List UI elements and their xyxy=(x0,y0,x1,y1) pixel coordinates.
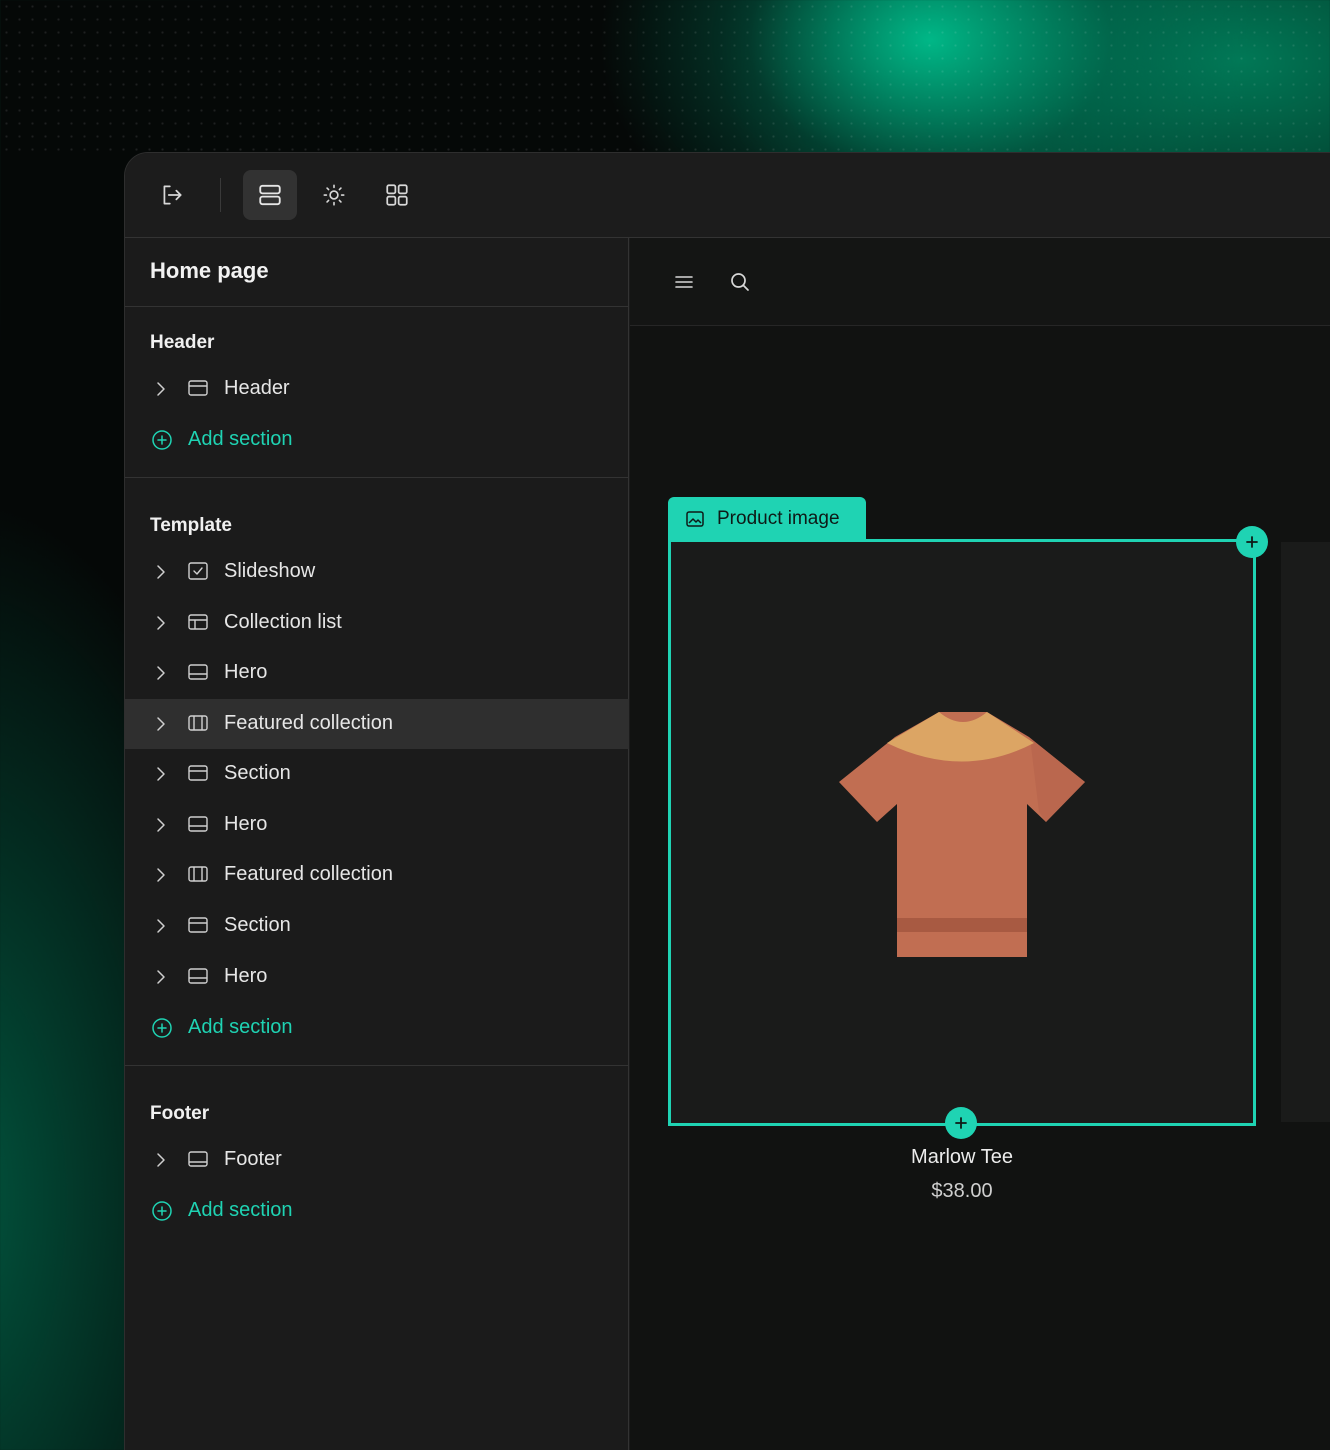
footer-section-icon xyxy=(188,1151,208,1167)
theme-settings-button[interactable] xyxy=(307,170,361,220)
hero-icon xyxy=(188,816,208,832)
sidebar-item-slideshow[interactable]: Slideshow xyxy=(125,547,629,597)
sections-icon xyxy=(259,184,281,206)
sidebar-item-label: Hero xyxy=(224,661,268,683)
sidebar-item-header[interactable]: Header xyxy=(125,364,629,414)
sidebar-item-section[interactable]: Section xyxy=(125,749,629,799)
section-icon xyxy=(188,917,208,933)
chevron-right-icon[interactable] xyxy=(153,563,169,581)
add-section-label: Add section xyxy=(188,1016,293,1038)
group-title-footer: Footer xyxy=(150,1103,210,1124)
sidebar-item-featured-collection[interactable]: Featured collection xyxy=(125,699,629,749)
plus-icon xyxy=(955,1117,967,1129)
add-section-label: Add section xyxy=(188,428,293,450)
chevron-right-icon[interactable] xyxy=(153,1151,169,1169)
tshirt-image xyxy=(839,712,1085,957)
group-title-template: Template xyxy=(150,515,233,536)
top-toolbar xyxy=(125,153,1330,238)
sidebar-item-label: Slideshow xyxy=(224,560,316,582)
plus-circle-icon xyxy=(152,1201,172,1221)
add-block-right-button[interactable] xyxy=(1236,526,1268,558)
sidebar-item-hero[interactable]: Hero xyxy=(125,800,629,850)
sections-button[interactable] xyxy=(243,170,297,220)
product-name[interactable]: Marlow Tee xyxy=(668,1146,1256,1169)
search-icon[interactable] xyxy=(728,270,752,294)
plus-icon xyxy=(1246,536,1258,548)
slideshow-icon xyxy=(188,562,208,580)
product-image-tag-label: Product image xyxy=(717,508,840,529)
product-image-block[interactable] xyxy=(668,539,1256,1126)
theme-settings-icon xyxy=(323,184,345,206)
sidebar-item-collection-list[interactable]: Collection list xyxy=(125,598,629,648)
chevron-right-icon[interactable] xyxy=(153,715,169,733)
divider xyxy=(125,477,629,478)
plus-circle-icon xyxy=(152,430,172,450)
store-header xyxy=(630,238,1330,326)
sidebar-item-label: Hero xyxy=(224,965,268,987)
collection-list-icon xyxy=(188,614,208,630)
exit-icon xyxy=(163,185,182,205)
add-section-template[interactable]: Add section xyxy=(125,1003,629,1053)
featured-collection-icon xyxy=(188,715,208,731)
sidebar-item-featured-collection[interactable]: Featured collection xyxy=(125,850,629,900)
sidebar-item-label: Section xyxy=(224,762,291,784)
next-product-card xyxy=(1281,542,1330,1122)
chevron-right-icon[interactable] xyxy=(153,614,169,632)
chevron-right-icon[interactable] xyxy=(153,765,169,783)
store-preview: Product image Marlow Tee $38.00 xyxy=(630,238,1330,1450)
menu-icon[interactable] xyxy=(672,270,696,294)
apps-grid-icon xyxy=(386,184,408,206)
hero-icon xyxy=(188,664,208,680)
sidebar-item-section[interactable]: Section xyxy=(125,901,629,951)
chevron-right-icon[interactable] xyxy=(153,968,169,986)
chevron-right-icon[interactable] xyxy=(153,816,169,834)
chevron-right-icon[interactable] xyxy=(153,917,169,935)
product-image-tag[interactable]: Product image xyxy=(668,497,866,541)
sidebar-item-label: Collection list xyxy=(224,611,342,633)
exit-button[interactable] xyxy=(145,170,199,220)
sidebar-item-label: Featured collection xyxy=(224,712,393,734)
hero-icon xyxy=(188,968,208,984)
sections-sidebar: Home page Header Header Add section Temp… xyxy=(125,238,629,1450)
editor-window: Home page Header Header Add section Temp… xyxy=(124,152,1330,1450)
apps-button[interactable] xyxy=(370,170,424,220)
sidebar-item-label: Featured collection xyxy=(224,863,393,885)
add-block-below-button[interactable] xyxy=(945,1107,977,1139)
sidebar-item-hero[interactable]: Hero xyxy=(125,648,629,698)
add-section-footer[interactable]: Add section xyxy=(125,1186,629,1236)
group-title-header: Header xyxy=(150,332,215,353)
sidebar-item-label: Hero xyxy=(224,813,268,835)
toolbar-divider xyxy=(220,178,221,212)
featured-collection-icon xyxy=(188,866,208,882)
plus-circle-icon xyxy=(152,1018,172,1038)
add-section-label: Add section xyxy=(188,1199,293,1221)
divider xyxy=(125,306,629,307)
chevron-right-icon[interactable] xyxy=(153,866,169,884)
chevron-right-icon[interactable] xyxy=(153,380,169,398)
sidebar-item-label: Header xyxy=(224,377,290,399)
section-icon xyxy=(188,765,208,781)
sidebar-item-footer[interactable]: Footer xyxy=(125,1135,629,1185)
chevron-right-icon[interactable] xyxy=(153,664,169,682)
add-section-header[interactable]: Add section xyxy=(125,415,629,465)
header-section-icon xyxy=(188,380,208,396)
image-icon xyxy=(686,511,704,527)
sidebar-item-label: Section xyxy=(224,914,291,936)
sidebar-item-hero[interactable]: Hero xyxy=(125,952,629,1002)
divider xyxy=(125,1065,629,1066)
product-price: $38.00 xyxy=(931,1180,993,1202)
page-title: Home page xyxy=(150,258,269,283)
sidebar-item-label: Footer xyxy=(224,1148,282,1170)
